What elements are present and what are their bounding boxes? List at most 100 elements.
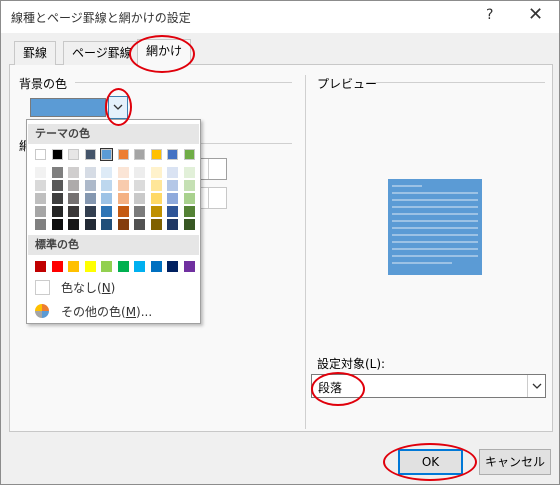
chevron-down-icon [113, 104, 123, 110]
theme-shade-swatch[interactable] [101, 219, 112, 230]
theme-shade-swatch[interactable] [101, 193, 112, 204]
preview-text-line [392, 192, 478, 194]
theme-shade-swatch[interactable] [84, 167, 96, 178]
theme-color-swatch[interactable] [84, 149, 96, 160]
tab-page-borders[interactable]: ページ罫線 [63, 41, 141, 65]
theme-shade-swatch[interactable] [117, 193, 129, 204]
tab-borders[interactable]: 罫線 [14, 41, 57, 65]
apply-to-dropdown-button[interactable] [527, 375, 545, 397]
theme-color-swatch[interactable] [134, 149, 145, 160]
theme-shade-swatch[interactable] [51, 206, 63, 217]
theme-color-swatch[interactable] [51, 149, 63, 160]
theme-color-swatch[interactable] [167, 149, 178, 160]
theme-shade-swatch[interactable] [68, 206, 79, 217]
standard-color-swatch[interactable] [134, 261, 145, 272]
preview-text-line [392, 220, 478, 222]
background-color-label: 背景の色 [19, 77, 68, 91]
theme-shade-swatch[interactable] [35, 219, 46, 230]
no-color-option[interactable]: 色なし(N) [61, 279, 115, 296]
more-colors-option[interactable]: その他の色(M)... [61, 303, 152, 320]
theme-color-swatch[interactable] [183, 149, 195, 160]
theme-shade-swatch[interactable] [35, 167, 46, 178]
theme-color-swatch[interactable] [117, 149, 129, 160]
theme-color-swatch[interactable] [150, 149, 162, 160]
theme-shade-swatch[interactable] [51, 167, 63, 178]
theme-shade-swatch[interactable] [101, 206, 112, 217]
theme-shade-swatch[interactable] [134, 193, 145, 204]
standard-color-swatch[interactable] [35, 261, 46, 272]
theme-color-swatch[interactable] [100, 148, 113, 161]
standard-color-swatch[interactable] [101, 261, 112, 272]
no-color-swatch [35, 280, 50, 295]
preview-text-line [392, 199, 478, 201]
theme-color-swatch[interactable] [68, 149, 79, 160]
standard-color-swatch[interactable] [183, 261, 195, 272]
standard-color-swatch[interactable] [68, 261, 79, 272]
theme-shade-swatch[interactable] [35, 193, 46, 204]
standard-color-swatch[interactable] [51, 261, 63, 272]
apply-to-label: 設定対象(L): [317, 357, 386, 371]
standard-color-swatch[interactable] [150, 261, 162, 272]
help-icon[interactable]: ? [486, 7, 493, 23]
theme-shade-swatch[interactable] [150, 219, 162, 230]
apply-to-combo[interactable]: 段落 [311, 374, 546, 398]
preview-text-line [392, 255, 478, 257]
theme-shade-swatch[interactable] [183, 167, 195, 178]
theme-shade-swatch[interactable] [117, 167, 129, 178]
theme-shade-swatch[interactable] [35, 180, 46, 191]
standard-color-swatch[interactable] [84, 261, 96, 272]
theme-colors-header: テーマの色 [28, 124, 199, 144]
preview-text-line [392, 248, 478, 250]
theme-shade-swatch[interactable] [51, 180, 63, 191]
preview-text-line [392, 241, 478, 243]
theme-color-swatch[interactable] [35, 149, 46, 160]
cancel-button[interactable]: キャンセル [479, 449, 551, 475]
theme-shade-swatch[interactable] [167, 167, 178, 178]
theme-shade-swatch[interactable] [183, 219, 195, 230]
theme-shade-swatch[interactable] [51, 219, 63, 230]
background-color-swatch[interactable] [30, 98, 106, 117]
theme-shade-swatch[interactable] [68, 180, 79, 191]
theme-shade-swatch[interactable] [150, 193, 162, 204]
preview-text-line [392, 206, 478, 208]
theme-shade-swatch[interactable] [84, 193, 96, 204]
pattern-color-combo[interactable] [200, 187, 227, 209]
theme-shade-swatch[interactable] [167, 219, 178, 230]
theme-shade-swatch[interactable] [183, 180, 195, 191]
theme-shade-swatch[interactable] [134, 167, 145, 178]
theme-shade-swatch[interactable] [167, 206, 178, 217]
theme-shade-swatch[interactable] [117, 219, 129, 230]
theme-shade-swatch[interactable] [101, 167, 112, 178]
theme-shade-swatch[interactable] [68, 219, 79, 230]
theme-shade-swatch[interactable] [117, 206, 129, 217]
theme-shade-swatch[interactable] [167, 180, 178, 191]
theme-shade-swatch[interactable] [150, 180, 162, 191]
theme-shade-swatch[interactable] [84, 206, 96, 217]
ok-button[interactable]: OK [398, 449, 463, 475]
shading-preview [388, 179, 482, 275]
theme-shade-swatch[interactable] [84, 180, 96, 191]
theme-shade-swatch[interactable] [101, 180, 112, 191]
theme-shade-swatch[interactable] [35, 206, 46, 217]
theme-shade-swatch[interactable] [183, 206, 195, 217]
theme-shade-swatch[interactable] [167, 193, 178, 204]
theme-shade-swatch[interactable] [84, 219, 96, 230]
pattern-style-combo[interactable] [200, 158, 227, 180]
theme-shade-swatch[interactable] [68, 167, 79, 178]
theme-shade-swatch[interactable] [51, 193, 63, 204]
tab-shading[interactable]: 網かけ [137, 39, 192, 65]
theme-shade-swatch[interactable] [134, 180, 145, 191]
theme-shade-swatch[interactable] [134, 219, 145, 230]
theme-shade-swatch[interactable] [150, 167, 162, 178]
theme-shade-swatch[interactable] [183, 193, 195, 204]
close-icon[interactable]: ✕ [528, 4, 543, 25]
standard-color-swatch[interactable] [117, 261, 129, 272]
background-color-dropdown-button[interactable] [108, 96, 128, 119]
apply-to-value: 段落 [318, 381, 343, 395]
preview-label: プレビュー [317, 77, 378, 91]
theme-shade-swatch[interactable] [150, 206, 162, 217]
standard-color-swatch[interactable] [167, 261, 178, 272]
theme-shade-swatch[interactable] [68, 193, 79, 204]
theme-shade-swatch[interactable] [117, 180, 129, 191]
theme-shade-swatch[interactable] [134, 206, 145, 217]
